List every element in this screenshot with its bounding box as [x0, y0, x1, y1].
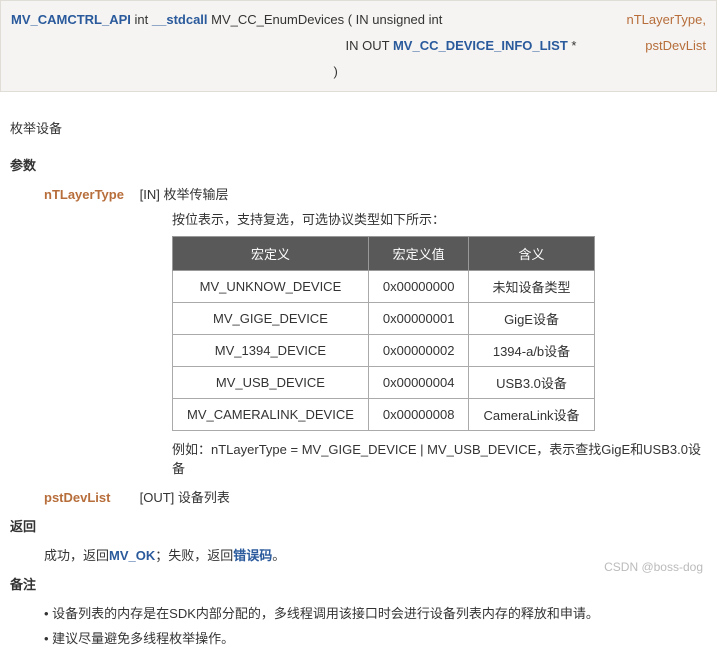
param2-prefix: IN OUT [346, 38, 393, 53]
api-macro-link[interactable]: MV_CAMCTRL_API [11, 12, 131, 27]
th-value: 宏定义值 [368, 237, 469, 271]
table-cell: 0x00000002 [368, 335, 469, 367]
function-signature: MV_CAMCTRL_API int __stdcall MV_CC_EnumD… [0, 0, 717, 92]
signature-close: ) [334, 59, 338, 85]
table-cell: 0x00000004 [368, 367, 469, 399]
notes-list: 设备列表的内存是在SDK内部分配的，多线程调用该接口时会进行设备列表内存的释放和… [44, 603, 707, 647]
section-returns: 返回 [10, 516, 707, 535]
mv-ok-link[interactable]: MV_OK [109, 548, 155, 563]
table-header-row: 宏定义 宏定义值 含义 [173, 237, 595, 271]
param2-suffix: * [568, 38, 577, 53]
table-cell: MV_USB_DEVICE [173, 367, 369, 399]
table-cell: USB3.0设备 [469, 367, 594, 399]
th-macro: 宏定义 [173, 237, 369, 271]
table-cell: 0x00000008 [368, 399, 469, 431]
error-code-link[interactable]: 错误码 [233, 548, 272, 563]
brief-description: 枚举设备 [10, 118, 707, 137]
table-cell: 0x00000001 [368, 303, 469, 335]
param-ntlayertype-detail: 按位表示，支持复选，可选协议类型如下所示： [172, 209, 707, 228]
func-name: MV_CC_EnumDevices ( [208, 12, 356, 27]
param-pstdevlist-brief: [OUT] 设备列表 [140, 490, 230, 505]
param-ntlayertype-example: 例如：nTLayerType = MV_GIGE_DEVICE | MV_USB… [172, 439, 707, 477]
table-cell: MV_CAMERALINK_DEVICE [173, 399, 369, 431]
table-cell: 1394-a/b设备 [469, 335, 594, 367]
param2-name: pstDevList [645, 33, 706, 59]
table-cell: MV_UNKNOW_DEVICE [173, 271, 369, 303]
param-pstdevlist-name: pstDevList [44, 490, 136, 505]
param2-type-link[interactable]: MV_CC_DEVICE_INFO_LIST [393, 38, 568, 53]
note-item: 设备列表的内存是在SDK内部分配的，多线程调用该接口时会进行设备列表内存的释放和… [44, 603, 707, 622]
note-item: 建议尽量避免多线程枚举操作。 [44, 628, 707, 647]
section-notes: 备注 [10, 574, 707, 593]
watermark: CSDN @boss-dog [604, 560, 703, 574]
table-row: MV_UNKNOW_DEVICE0x00000000未知设备类型 [173, 271, 595, 303]
table-row: MV_1394_DEVICE0x000000021394-a/b设备 [173, 335, 595, 367]
callconv-link[interactable]: __stdcall [152, 12, 208, 27]
param1-type: IN unsigned int [356, 12, 443, 27]
table-row: MV_GIGE_DEVICE0x00000001GigE设备 [173, 303, 595, 335]
return-type: int [131, 12, 152, 27]
table-cell: 0x00000000 [368, 271, 469, 303]
table-row: MV_USB_DEVICE0x00000004USB3.0设备 [173, 367, 595, 399]
table-cell: GigE设备 [469, 303, 594, 335]
param-ntlayertype-brief: [IN] 枚举传输层 [140, 187, 229, 202]
table-cell: CameraLink设备 [469, 399, 594, 431]
macro-table: 宏定义 宏定义值 含义 MV_UNKNOW_DEVICE0x00000000未知… [172, 236, 595, 431]
table-row: MV_CAMERALINK_DEVICE0x00000008CameraLink… [173, 399, 595, 431]
param1-name: nTLayerType, [627, 7, 707, 33]
table-cell: MV_1394_DEVICE [173, 335, 369, 367]
table-cell: MV_GIGE_DEVICE [173, 303, 369, 335]
th-meaning: 含义 [469, 237, 594, 271]
param-ntlayertype-name: nTLayerType [44, 187, 136, 202]
doc-body: 枚举设备 参数 nTLayerType [IN] 枚举传输层 按位表示，支持复选… [0, 92, 717, 663]
table-cell: 未知设备类型 [469, 271, 594, 303]
section-params: 参数 [10, 155, 707, 174]
